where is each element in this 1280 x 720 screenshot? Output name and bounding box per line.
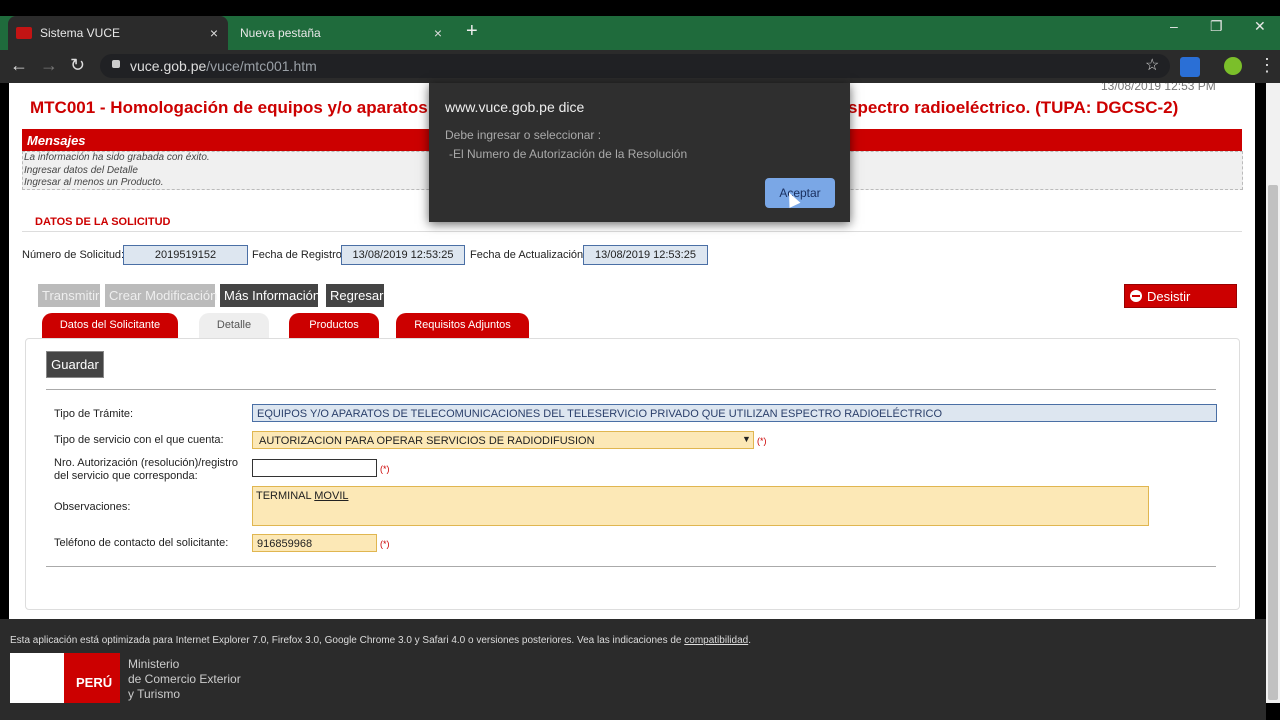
regresar-button[interactable]: Regresar (326, 284, 384, 307)
message-line: La información ha sido grabada con éxito… (24, 152, 210, 163)
numero-solicitud-label: Número de Solicitud: (22, 249, 125, 261)
tab-nueva-pestana[interactable]: Nueva pestaña × (232, 16, 452, 50)
panel-divider-bottom (46, 566, 1216, 567)
fecha-actualizacion-label: Fecha de Actualización: (470, 249, 587, 261)
message-line: Ingresar datos del Detalle (24, 165, 138, 176)
vuce-favicon-icon (16, 27, 32, 39)
browser-compat-note: Esta aplicación está optimizada para Int… (10, 635, 751, 646)
telefono-input[interactable]: 916859968 (252, 534, 377, 552)
profile-avatar[interactable] (1224, 57, 1242, 75)
maximize-button[interactable]: ❐ (1210, 18, 1223, 35)
page-title: MTC001 - Homologación de equipos y/o apa… (30, 98, 473, 117)
tipo-servicio-select[interactable]: AUTORIZACION PARA OPERAR SERVICIOS DE RA… (252, 431, 754, 449)
ministerio-label: Ministerio de Comercio Exterior y Turism… (128, 657, 241, 701)
required-mark: (*) (380, 539, 390, 549)
observaciones-label: Observaciones: (54, 501, 131, 513)
dropdown-arrow-icon: ▼ (742, 434, 751, 444)
tab-close-icon[interactable]: × (210, 25, 218, 41)
tab-label: Sistema VUCE (40, 26, 121, 40)
aceptar-button[interactable]: Aceptar (765, 178, 835, 208)
reload-button[interactable]: ↻ (70, 55, 85, 76)
compat-link[interactable]: compatibilidad (684, 635, 748, 646)
url-path: /vuce/mtc001.htm (206, 58, 317, 74)
back-button[interactable]: ← (10, 55, 28, 76)
page-title-tail: spectro radioeléctrico. (TUPA: DGCSC-2) (848, 98, 1179, 117)
section-title: DATOS DE LA SOLICITUD (35, 216, 171, 228)
dialog-message-line2: -El Numero de Autorización de la Resoluc… (449, 147, 688, 161)
peru-label: PERÚ (76, 675, 113, 690)
tab-detalle[interactable]: Detalle (199, 313, 269, 338)
coat-of-arms-icon (10, 653, 64, 703)
dialog-message-line1: Debe ingresar o seleccionar : (445, 128, 602, 142)
tipo-servicio-label: Tipo de servicio con el que cuenta: (54, 434, 224, 446)
lock-icon (112, 60, 120, 68)
new-tab-button[interactable]: + (466, 20, 478, 43)
scrollbar-thumb[interactable] (1268, 185, 1278, 700)
tab-datos-solicitante[interactable]: Datos del Solicitante (42, 313, 178, 338)
dialog-title: www.vuce.gob.pe dice (445, 99, 585, 115)
tab-close-icon[interactable]: × (434, 25, 442, 41)
compat-note-end: . (748, 635, 751, 646)
mas-informacion-button[interactable]: Más Información (220, 284, 320, 307)
panel-divider-top (46, 389, 1216, 390)
section-divider (22, 231, 1242, 232)
fecha-registro-field: 13/08/2019 12:53:25 (341, 245, 465, 265)
required-mark: (*) (757, 436, 767, 446)
observaciones-text: TERMINAL (256, 490, 315, 502)
forward-button[interactable]: → (40, 55, 58, 76)
numero-solicitud-field: 2019519152 (123, 245, 248, 265)
required-mark: (*) (380, 464, 390, 474)
nro-autorizacion-input[interactable] (252, 459, 377, 477)
fecha-actualizacion-field: 13/08/2019 12:53:25 (583, 245, 708, 265)
tab-label: Nueva pestaña (240, 26, 321, 40)
os-top-bar (0, 0, 1280, 16)
minimize-button[interactable]: – (1170, 18, 1178, 34)
messages-label: Mensajes (27, 133, 86, 148)
browser-menu-icon[interactable]: ⋮ (1258, 55, 1276, 76)
tipo-tramite-label: Tipo de Trámite: (54, 408, 134, 420)
detalle-panel (25, 338, 1240, 610)
extension-new-icon[interactable] (1180, 57, 1200, 77)
telefono-label: Teléfono de contacto del solicitante: (54, 537, 229, 549)
tab-productos[interactable]: Productos (289, 313, 379, 338)
url-host: vuce.gob.pe (130, 58, 207, 74)
fecha-registro-label: Fecha de Registro: (252, 249, 345, 261)
url-field[interactable]: vuce.gob.pe/vuce/mtc001.htm (100, 54, 1170, 78)
bookmark-star-icon[interactable]: ☆ (1145, 55, 1159, 75)
message-line: Ingresar al menos un Producto. (24, 177, 164, 188)
guardar-button[interactable]: Guardar (46, 351, 104, 378)
tab-sistema-vuce[interactable]: Sistema VUCE × (8, 16, 228, 50)
datetime-label: 13/08/2019 12:53 PM (1101, 83, 1216, 93)
nro-autorizacion-label-line1: Nro. Autorización (resolución)/registro (54, 457, 239, 469)
minus-circle-icon (1130, 290, 1142, 302)
transmitir-button[interactable]: Transmitir (38, 284, 100, 307)
crear-modificacion-button[interactable]: Crear Modificación (105, 284, 217, 307)
tab-requisitos-adjuntos[interactable]: Requisitos Adjuntos (396, 313, 529, 338)
observaciones-textarea[interactable]: TERMINAL MOVIL (252, 486, 1149, 526)
observaciones-misspelled-word: MOVIL (314, 490, 349, 502)
window-close-button[interactable]: ✕ (1254, 18, 1266, 35)
compat-note-text: Esta aplicación está optimizada para Int… (10, 635, 685, 646)
nro-autorizacion-label-line2: del servicio que corresponda: (54, 470, 198, 482)
tipo-tramite-field: EQUIPOS Y/O APARATOS DE TELECOMUNICACION… (252, 404, 1217, 422)
